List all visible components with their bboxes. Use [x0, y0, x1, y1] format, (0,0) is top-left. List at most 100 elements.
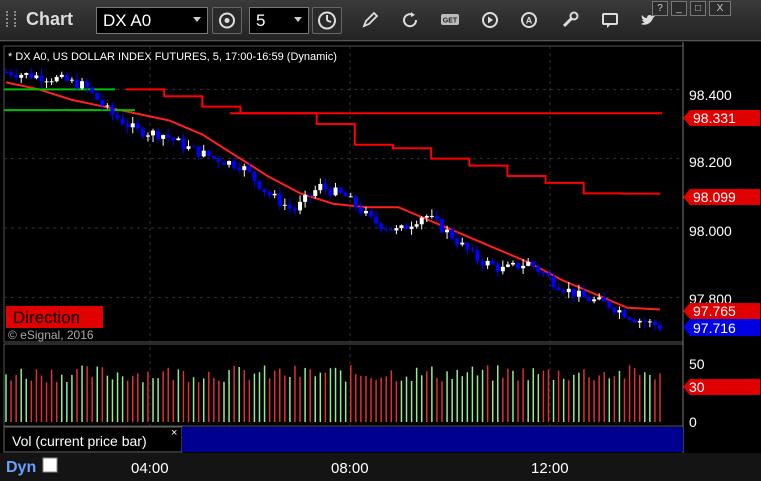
candle-body: [455, 238, 460, 245]
wrench-icon[interactable]: [558, 8, 582, 32]
get-icon[interactable]: GET: [438, 8, 462, 32]
price-marker: 98.099: [693, 189, 736, 205]
symbol-field[interactable]: DX A0: [96, 7, 208, 34]
toolbar-grip[interactable]: [6, 11, 16, 27]
candle-body: [69, 79, 74, 81]
candle-body: [59, 74, 64, 77]
candle-body: [85, 81, 90, 88]
candle-body: [587, 297, 592, 302]
study-close-icon[interactable]: ×: [171, 427, 177, 439]
interval-field[interactable]: 5: [249, 7, 309, 34]
time-tick-label: 04:00: [131, 460, 169, 477]
candle-body: [409, 226, 414, 229]
interval-value: 5: [256, 11, 266, 30]
candle-body: [9, 72, 14, 76]
candle-body: [612, 307, 617, 313]
chart-canvas[interactable]: * DX A0, US DOLLAR INDEX FUTURES, 5, 17:…: [0, 42, 761, 481]
comment-icon[interactable]: [598, 8, 622, 32]
candle-body: [191, 146, 196, 148]
chart-area[interactable]: * DX A0, US DOLLAR INDEX FUTURES, 5, 17:…: [0, 42, 761, 481]
refresh-icon[interactable]: [398, 8, 422, 32]
link-settings-button[interactable]: [212, 7, 242, 34]
help-button[interactable]: ?: [652, 1, 668, 16]
candle-body: [450, 229, 455, 239]
candle-body: [424, 215, 429, 218]
close-button[interactable]: X: [709, 1, 731, 16]
candle-body: [135, 123, 140, 129]
candle-body: [551, 276, 556, 288]
candle-body: [44, 81, 49, 83]
candle-body: [95, 92, 100, 100]
candle-body: [19, 74, 24, 78]
price-marker: 98.331: [693, 110, 736, 126]
candle-body: [465, 242, 470, 250]
candle-body: [571, 288, 576, 297]
candle-body: [303, 195, 308, 202]
time-tick-label: 08:00: [331, 460, 369, 477]
candle-body: [298, 201, 303, 211]
candle-body: [74, 79, 79, 89]
alert-icon[interactable]: A: [517, 8, 541, 32]
candle-body: [637, 320, 642, 323]
volume-marker: 30: [689, 379, 705, 395]
candle-body: [642, 320, 647, 323]
candle-body: [237, 167, 242, 171]
candle-body: [90, 87, 95, 93]
chevron-down-icon[interactable]: [193, 17, 201, 22]
time-axis: [0, 453, 761, 481]
candle-body: [247, 166, 252, 172]
candle-body: [201, 150, 206, 157]
candle-body: [196, 146, 201, 157]
candle-body: [318, 183, 323, 191]
candle-body: [652, 321, 657, 326]
maximize-button[interactable]: □: [690, 1, 706, 16]
minimize-button[interactable]: _: [671, 1, 687, 16]
candle-body: [328, 189, 333, 196]
candle-body: [54, 76, 59, 82]
candle-body: [475, 250, 480, 262]
candle-body: [272, 193, 277, 196]
candle-body: [516, 262, 521, 269]
candle-body: [120, 118, 125, 125]
candle-body: [363, 210, 368, 214]
candle-body: [404, 225, 409, 229]
candle-body: [379, 223, 384, 229]
interval-clock-button[interactable]: [312, 7, 342, 34]
candle-body: [216, 158, 221, 163]
candle-body: [211, 156, 216, 159]
candle-body: [105, 105, 110, 107]
candle-body: [110, 105, 115, 115]
candle-body: [39, 75, 44, 82]
candle-body: [541, 271, 546, 274]
candle-body: [287, 204, 292, 209]
candle-body: [495, 264, 500, 272]
candle-body: [480, 261, 485, 266]
watermark: © eSignal, 2016: [8, 328, 94, 342]
candle-body: [607, 301, 612, 308]
candle-body: [526, 261, 531, 266]
study-label: Vol (current price bar): [12, 433, 147, 449]
candle-body: [576, 290, 581, 297]
candle-body: [181, 138, 186, 149]
symbol-value: DX A0: [103, 11, 152, 30]
candle-body: [622, 310, 627, 318]
candle-body: [369, 210, 374, 217]
candle-body: [632, 319, 637, 323]
dyn-label[interactable]: Dyn: [6, 459, 36, 476]
candle-body: [389, 229, 394, 231]
candle-body: [338, 187, 343, 193]
chevron-down-icon[interactable]: [294, 17, 302, 22]
volume-tick-label: 0: [689, 414, 697, 430]
play-icon[interactable]: [478, 8, 502, 32]
candle-body: [176, 138, 181, 141]
candle-body: [546, 273, 551, 277]
candle-body: [414, 224, 419, 227]
pencil-icon[interactable]: [358, 8, 382, 32]
candle-body: [581, 290, 586, 298]
candle-body: [647, 321, 652, 323]
volume-panel: [3, 343, 684, 427]
candle-body: [24, 73, 29, 75]
candle-body: [592, 299, 597, 302]
lock-icon[interactable]: [42, 457, 58, 473]
candle-body: [115, 114, 120, 119]
